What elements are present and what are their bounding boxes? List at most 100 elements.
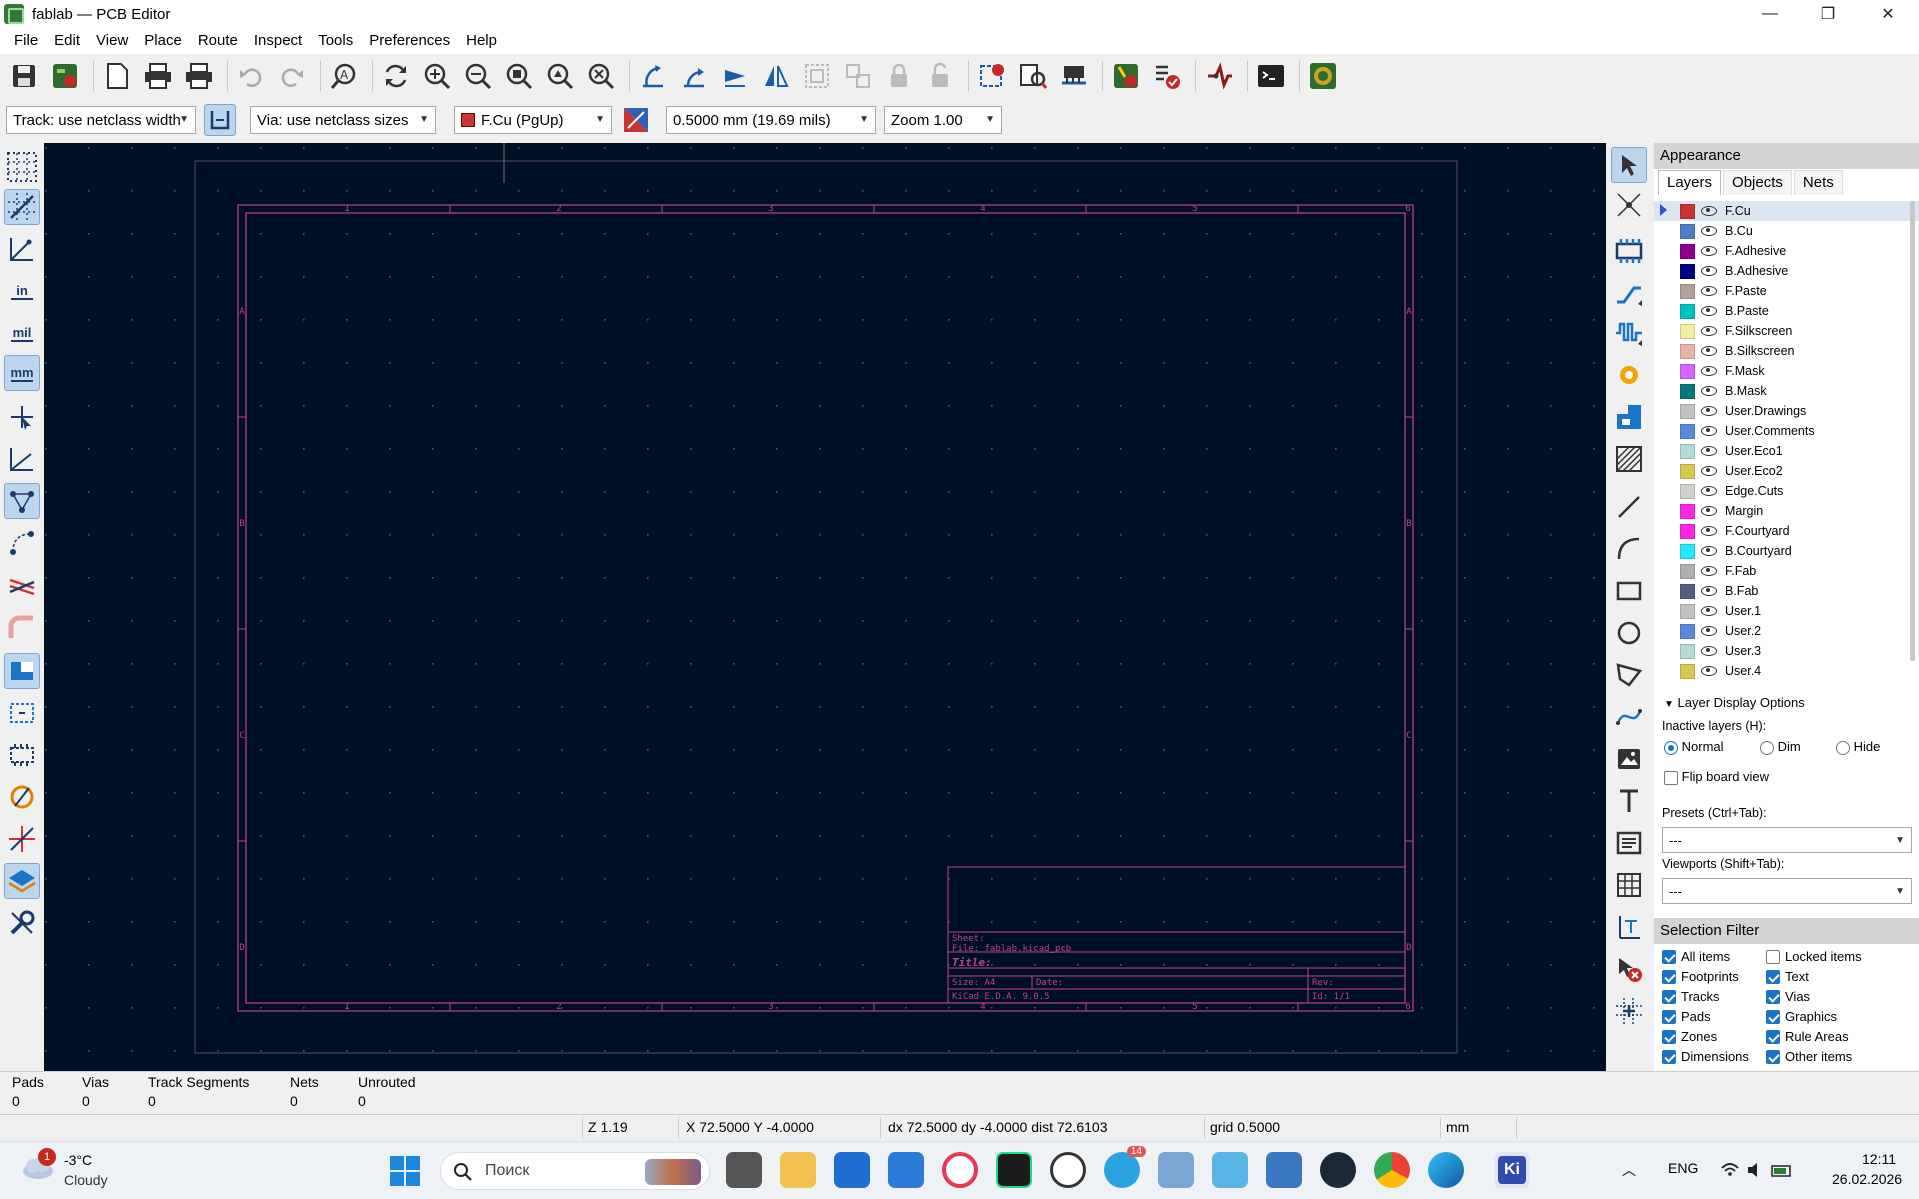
layer-row-f-adhesive[interactable]: F.Adhesive [1654,241,1919,261]
layer-row-user-drawings[interactable]: User.Drawings [1654,401,1919,421]
layer-row-f-fab[interactable]: F.Fab [1654,561,1919,581]
redraw-button[interactable] [378,58,414,94]
save-button[interactable] [6,58,42,94]
units-mm-button[interactable]: mm [4,355,40,391]
microsoft-store-icon[interactable] [834,1152,870,1188]
layer-row-edge-cuts[interactable]: Edge.Cuts [1654,481,1919,501]
layer-color-swatch[interactable] [1680,263,1695,279]
menu-inspect[interactable]: Inspect [246,28,310,54]
eye-icon[interactable] [1701,566,1717,576]
add-footprint-tool[interactable] [1611,233,1647,269]
unlock-button[interactable] [922,58,958,94]
layer-color-swatch[interactable] [1680,643,1695,659]
filter-pads[interactable]: Pads [1662,1009,1711,1024]
group-button[interactable] [799,58,835,94]
via-outline-toggle[interactable] [4,821,40,857]
filter-graphics[interactable]: Graphics [1766,1009,1837,1024]
draw-line-tool[interactable] [1611,489,1647,525]
menu-preferences[interactable]: Preferences [361,28,458,54]
layer-color-swatch[interactable] [1680,323,1695,339]
presets-select[interactable]: --- ▼ [1662,827,1912,853]
layer-row-f-silkscreen[interactable]: F.Silkscreen [1654,321,1919,341]
filter-text[interactable]: Text [1766,969,1809,984]
inactive-hide-radio[interactable]: Hide [1836,739,1880,755]
filter-all-items[interactable]: All items [1662,949,1730,964]
draw-bezier-tool[interactable] [1611,699,1647,735]
find-button[interactable]: A [326,58,362,94]
tab-layers[interactable]: Layers [1658,170,1722,195]
filter-footprints[interactable]: Footprints [1662,969,1739,984]
cursor-style-toggle[interactable] [4,399,40,435]
track-width-select[interactable]: Track: use netclass width ▼ [6,106,196,134]
eye-icon[interactable] [1701,206,1717,216]
zoom-objects-button[interactable] [542,58,578,94]
layer-color-swatch[interactable] [1680,583,1695,599]
layer-color-swatch[interactable] [1680,503,1695,519]
layer-row-b-silkscreen[interactable]: B.Silkscreen [1654,341,1919,361]
footprint-outline-toggle[interactable] [4,737,40,773]
inactive-normal-radio[interactable]: Normal [1664,739,1724,755]
edge-icon[interactable] [1428,1152,1464,1188]
layer-row-f-mask[interactable]: F.Mask [1654,361,1919,381]
plot-button[interactable] [181,58,217,94]
ungroup-button[interactable] [840,58,876,94]
pad-outline-toggle[interactable] [4,779,40,815]
opera-icon[interactable] [942,1152,978,1188]
zoom-in-button[interactable] [419,58,455,94]
footprint-library-button[interactable] [1015,58,1051,94]
filter-locked-items[interactable]: Locked items [1766,949,1862,964]
local-ratsnest-tool[interactable] [1611,187,1647,223]
minimize-button[interactable]: — [1743,0,1797,28]
eye-icon[interactable] [1701,586,1717,596]
menu-tools[interactable]: Tools [310,28,361,54]
delete-tool[interactable] [1611,951,1647,987]
layer-color-swatch[interactable] [1680,203,1695,219]
eye-icon[interactable] [1701,226,1717,236]
menu-file[interactable]: File [6,28,46,54]
zone-fill-toggle[interactable] [4,653,40,689]
menu-help[interactable]: Help [458,28,505,54]
print-button[interactable] [140,58,176,94]
pcb-canvas[interactable]: 1 2 3 4 5 6 1 2 3 4 5 6 A B C D A B C D [44,143,1606,1071]
add-dimension-tool[interactable] [1611,909,1647,945]
eye-icon[interactable] [1701,286,1717,296]
zone-outline-toggle[interactable] [4,695,40,731]
eye-icon[interactable] [1701,306,1717,316]
tune-length-tool[interactable] [1611,315,1647,351]
telegram-icon[interactable]: 14 [1104,1146,1146,1188]
add-zone-tool[interactable] [1611,399,1647,435]
layer-row-b-fab[interactable]: B.Fab [1654,581,1919,601]
update-pcb-button[interactable] [974,58,1010,94]
layer-color-swatch[interactable] [1680,383,1695,399]
draw-rectangle-tool[interactable] [1611,573,1647,609]
add-image-tool[interactable] [1611,741,1647,777]
layer-row-b-cu[interactable]: B.Cu [1654,221,1919,241]
filter-dimensions[interactable]: Dimensions [1662,1049,1749,1064]
highlight-nets-toggle[interactable] [4,567,40,603]
layer-color-swatch[interactable] [1680,543,1695,559]
layer-row-user-comments[interactable]: User.Comments [1654,421,1919,441]
eye-icon[interactable] [1701,626,1717,636]
clock-app-icon[interactable] [1050,1152,1086,1188]
layer-row-b-adhesive[interactable]: B.Adhesive [1654,261,1919,281]
layer-color-swatch[interactable] [1680,563,1695,579]
filter-vias[interactable]: Vias [1766,989,1810,1004]
draw-circle-tool[interactable] [1611,615,1647,651]
layer-color-swatch[interactable] [1680,423,1695,439]
eye-icon[interactable] [1701,486,1717,496]
snipping-tool-icon[interactable] [1158,1152,1194,1188]
units-inch-button[interactable]: in [4,273,40,309]
local-coords-toggle[interactable] [4,441,40,477]
eye-icon[interactable] [1701,646,1717,656]
task-view-icon[interactable] [726,1152,762,1188]
layer-color-swatch[interactable] [1680,463,1695,479]
layer-pair-button[interactable] [620,104,652,136]
layer-display-options-toggle[interactable]: ▼ Layer Display Options [1664,695,1805,710]
flip-board-checkbox[interactable]: Flip board view [1664,769,1769,785]
layer-color-swatch[interactable] [1680,523,1695,539]
file-explorer-icon[interactable] [780,1152,816,1188]
mirror-button[interactable] [758,58,794,94]
language-indicator[interactable]: ENG [1668,1160,1698,1176]
eye-icon[interactable] [1701,606,1717,616]
redo-button[interactable] [274,58,310,94]
